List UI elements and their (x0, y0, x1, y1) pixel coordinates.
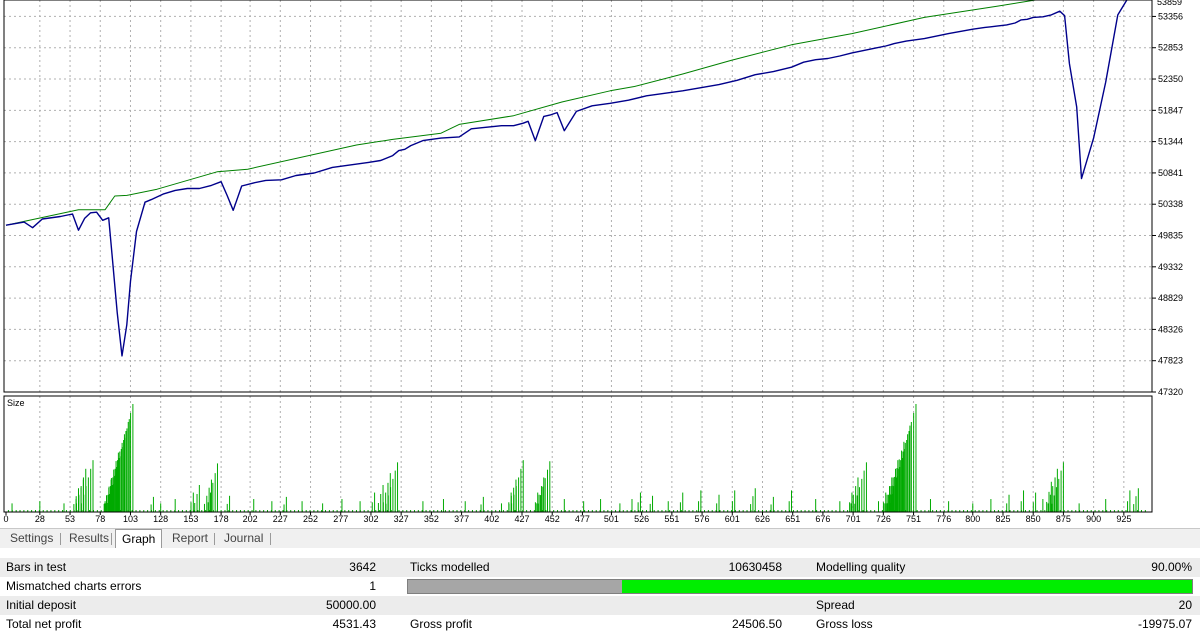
report-row-bars: Bars in test 3642 Ticks modelled 1063045… (0, 558, 1200, 577)
main-lines (5, 0, 1128, 357)
x-tick-label: 601 (725, 514, 740, 524)
size-plot-frame (3, 395, 1153, 513)
modelling-quality-label: Modelling quality (816, 560, 906, 574)
x-tick-label: 726 (876, 514, 891, 524)
main-grid (4, 0, 1152, 392)
tab-separator (111, 533, 112, 545)
gross-loss-label: Gross loss (816, 617, 873, 631)
total-net-profit-label: Total net profit (6, 617, 82, 631)
x-tick-label: 252 (303, 514, 318, 524)
x-tick-label: 277 (333, 514, 348, 524)
y-tick-label: 51847 (1158, 105, 1183, 115)
modelling-quality-value: 90.00% (1151, 560, 1192, 574)
tab-results[interactable]: Results (63, 530, 115, 548)
x-tick-label: 227 (273, 514, 288, 524)
x-tick-label: 701 (846, 514, 861, 524)
x-tick-label: 626 (755, 514, 770, 524)
report-row-mismatched: Mismatched charts errors 1 (0, 577, 1200, 596)
x-tick-label: 676 (815, 514, 830, 524)
x-tick-label: 402 (484, 514, 499, 524)
report-row-deposit: Initial deposit 50000.00 Spread 20 (0, 596, 1200, 615)
x-tick-label: 153 (183, 514, 198, 524)
x-tick-label: 651 (785, 514, 800, 524)
x-tick-label: 103 (123, 514, 138, 524)
x-tick-label: 501 (604, 514, 619, 524)
bars-in-test-value: 3642 (349, 560, 376, 574)
x-tick-label: 526 (634, 514, 649, 524)
x-tick-label: 78 (95, 514, 105, 524)
initial-deposit-label: Initial deposit (6, 598, 77, 612)
mismatched-value: 1 (369, 579, 376, 593)
y-tick-label: 47320 (1158, 387, 1183, 397)
tab-bar: Settings Results Graph Report Journal (0, 528, 1200, 549)
x-tick-label: 825 (995, 514, 1010, 524)
y-tick-label: 49835 (1158, 231, 1183, 241)
tab-report[interactable]: Report (166, 530, 214, 548)
gross-profit-label: Gross profit (410, 617, 473, 631)
x-tick-label: 0 (3, 514, 8, 524)
x-tick-label: 776 (936, 514, 951, 524)
x-tick-label: 900 (1086, 514, 1101, 524)
initial-deposit-value: 50000.00 (325, 598, 376, 612)
x-tick-label: 427 (514, 514, 529, 524)
y-tick-label: 53356 (1158, 11, 1183, 21)
x-tick-label: 377 (454, 514, 469, 524)
main-plot-frame (3, 0, 1153, 393)
y-tick-label: 48829 (1158, 293, 1183, 303)
spread-label: Spread (816, 598, 855, 612)
x-tick-label: 302 (363, 514, 378, 524)
size-grid (39, 396, 1125, 512)
x-tick-label: 551 (664, 514, 679, 524)
ticks-modelled-label: Ticks modelled (410, 560, 490, 574)
x-tick-label: 352 (424, 514, 439, 524)
size-label: Size (7, 398, 25, 408)
x-tick-label: 28 (35, 514, 45, 524)
modelling-quality-bar (407, 579, 1193, 594)
mismatched-label: Mismatched charts errors (6, 579, 142, 593)
x-tick-label: 850 (1026, 514, 1041, 524)
total-net-profit-value: 4531.43 (332, 617, 376, 631)
y-tick-label: 50841 (1158, 168, 1183, 178)
x-tick-label: 202 (243, 514, 258, 524)
x-tick-label: 925 (1116, 514, 1131, 524)
tab-separator (214, 533, 215, 545)
x-tick-label: 875 (1056, 514, 1071, 524)
tab-separator (60, 533, 61, 545)
balance-chart: 53356 52853 52350 51847 51344 50841 50338 49835… (3, 0, 1183, 524)
x-tick-label: 53 (65, 514, 75, 524)
y-tick-label: 49332 (1158, 262, 1183, 272)
y-tick-label-top: 53859 (1157, 0, 1182, 7)
size-bars (7, 404, 1146, 512)
ticks-modelled-value: 10630458 (728, 560, 782, 574)
x-tick-label: 477 (575, 514, 590, 524)
x-tick-label: 327 (394, 514, 409, 524)
tab-graph[interactable]: Graph (115, 529, 163, 549)
y-tick-label: 48326 (1158, 324, 1183, 334)
y-tick-label: 50338 (1158, 199, 1183, 209)
tab-settings[interactable]: Settings (4, 530, 59, 548)
x-tick-label: 128 (153, 514, 168, 524)
y-tick-label: 47823 (1158, 356, 1183, 366)
x-tick-label: 800 (965, 514, 980, 524)
spread-value: 20 (1178, 598, 1192, 612)
gross-profit-value: 24506.50 (731, 617, 782, 631)
x-tick-label: 576 (695, 514, 710, 524)
modelling-quality-bar-gray (408, 580, 623, 593)
equity-line (5, 0, 1128, 357)
bars-in-test-label: Bars in test (6, 560, 67, 574)
tab-journal[interactable]: Journal (218, 530, 269, 548)
y-tick-label: 51344 (1158, 137, 1183, 147)
y-tick-label: 52853 (1158, 43, 1183, 53)
tab-separator (270, 533, 271, 545)
report-row-profit: Total net profit 4531.43 Gross profit 24… (0, 615, 1200, 634)
y-tick-label: 52350 (1158, 74, 1183, 84)
x-tick-label: 751 (906, 514, 921, 524)
x-tick-label: 452 (545, 514, 560, 524)
balance-line (5, 0, 1039, 226)
x-tick-label: 178 (214, 514, 229, 524)
x-axis: 0 28 53 78 103 128 153 178 202 227 252 277 302 327 352… (3, 512, 1131, 524)
report-panel: Bars in test 3642 Ticks modelled 1063045… (0, 548, 1200, 631)
gross-loss-value: -19975.07 (1137, 617, 1192, 631)
y-axis: 53356 52853 52350 51847 51344 50841 50338 49835… (1152, 11, 1183, 397)
